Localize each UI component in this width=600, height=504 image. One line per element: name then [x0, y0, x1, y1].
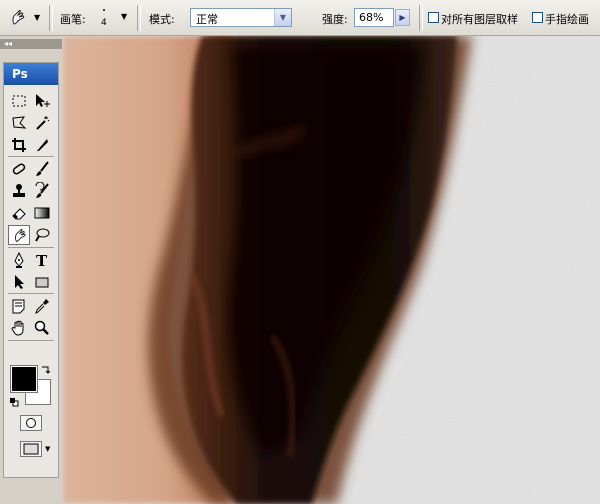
- chevron-down-icon[interactable]: ▼: [45, 445, 50, 453]
- toolbox-divider: [8, 247, 54, 248]
- screen-mode-button[interactable]: [20, 441, 42, 457]
- shape-tool-button[interactable]: [31, 272, 53, 292]
- svg-text:T: T: [36, 252, 48, 269]
- magic-wand-tool-button[interactable]: [31, 113, 53, 133]
- notes-tool-icon: [12, 299, 25, 314]
- dodge-tool-button[interactable]: [31, 225, 53, 245]
- strength-input[interactable]: 68%: [354, 8, 394, 27]
- magic-wand-tool-icon: [36, 116, 50, 130]
- smudge-tool-icon: [12, 10, 25, 25]
- slice-tool-button[interactable]: [31, 135, 53, 155]
- brush-tool-button[interactable]: [31, 159, 53, 179]
- marquee-tool-icon: [12, 95, 26, 107]
- lasso-tool-button[interactable]: [8, 113, 30, 133]
- zoom-tool-button[interactable]: [31, 318, 53, 338]
- chevron-down-icon[interactable]: ▼: [121, 12, 127, 21]
- history-brush-tool-button[interactable]: [31, 181, 53, 201]
- eraser-tool-icon: [12, 208, 26, 220]
- type-tool-icon: T: [36, 252, 48, 269]
- toolbox-divider: [8, 293, 54, 294]
- quick-mask-button[interactable]: [20, 415, 42, 431]
- options-bar: ▼ 画笔: 4 ▼ 模式: 正常 ▼ 强度: 68% ▶ 对所有图层取样 手指绘…: [0, 0, 600, 36]
- shape-tool-icon: [35, 277, 49, 288]
- hand-tool-button[interactable]: [8, 318, 30, 338]
- mode-label: 模式:: [149, 13, 175, 26]
- toolbox-divider: [8, 340, 54, 341]
- divider: [419, 5, 423, 31]
- crop-tool-button[interactable]: [8, 135, 30, 155]
- eraser-tool-button[interactable]: [8, 203, 30, 223]
- healing-brush-tool-icon: [12, 163, 26, 175]
- clone-stamp-tool-button[interactable]: [8, 181, 30, 201]
- move-tool-icon: [36, 94, 50, 107]
- path-selection-tool-icon: [15, 275, 24, 289]
- panel-collapse-bar[interactable]: ◂◂: [0, 39, 62, 49]
- quick-mask-icon: [26, 418, 36, 428]
- left-panel: ◂◂ Ps T ▼: [0, 36, 62, 504]
- brush-size-value: 4: [101, 18, 107, 28]
- toolbox-divider: [8, 156, 54, 157]
- marquee-tool-button[interactable]: [8, 91, 30, 111]
- hand-tool-icon: [11, 320, 24, 336]
- smudge-tool-button[interactable]: [8, 225, 30, 245]
- divider: [49, 5, 53, 31]
- brush-preset-picker[interactable]: 4: [94, 6, 116, 30]
- notes-tool-button[interactable]: [8, 296, 30, 316]
- type-tool-button[interactable]: T: [31, 250, 53, 270]
- screen-mode-icon: [23, 443, 39, 455]
- crop-tool-icon: [12, 138, 26, 152]
- gradient-tool-icon: [34, 207, 50, 219]
- eyedropper-tool-button[interactable]: [31, 296, 53, 316]
- pen-tool-button[interactable]: [8, 250, 30, 270]
- finger-painting-checkbox[interactable]: [532, 12, 543, 23]
- sample-all-layers-checkbox[interactable]: [428, 12, 439, 23]
- dodge-tool-icon: [35, 228, 50, 242]
- toolbox: Ps T ▼: [3, 62, 59, 478]
- chevron-down-icon[interactable]: ▼: [274, 9, 291, 26]
- eyedropper-tool-icon: [35, 299, 49, 314]
- chevron-right-icon: ▶: [399, 13, 406, 22]
- swap-colors-icon[interactable]: [40, 365, 50, 375]
- chevron-down-icon: ▼: [34, 13, 41, 22]
- lasso-tool-icon: [12, 116, 27, 129]
- double-chevron-left-icon: ◂◂: [4, 39, 13, 48]
- tool-preset-picker[interactable]: ▼: [6, 7, 44, 29]
- slice-tool-icon: [37, 139, 48, 151]
- mode-select[interactable]: 正常 ▼: [190, 8, 292, 27]
- document-canvas[interactable]: [62, 36, 600, 504]
- gradient-tool-button[interactable]: [31, 203, 53, 223]
- zoom-tool-icon: [34, 320, 49, 335]
- default-colors-icon[interactable]: [9, 397, 19, 407]
- ps-logo[interactable]: Ps: [4, 63, 58, 85]
- strength-slider-button[interactable]: ▶: [395, 9, 410, 26]
- strength-value: 68%: [359, 11, 384, 24]
- healing-brush-tool-button[interactable]: [8, 159, 30, 179]
- mode-value: 正常: [196, 13, 218, 26]
- strength-label: 强度:: [322, 13, 348, 26]
- foreground-color-swatch[interactable]: [10, 365, 38, 393]
- pen-tool-icon: [14, 251, 24, 268]
- brush-tool-icon: [36, 161, 49, 176]
- brush-label: 画笔:: [60, 13, 86, 26]
- brush-tip-icon: [103, 9, 105, 11]
- divider: [137, 5, 141, 31]
- history-brush-tool-icon: [35, 182, 49, 198]
- sample-all-layers-label: 对所有图层取样: [441, 13, 518, 26]
- clone-stamp-tool-icon: [13, 184, 25, 197]
- move-tool-button[interactable]: [31, 91, 53, 111]
- canvas-image: [62, 36, 600, 504]
- smudge-tool-icon: [15, 228, 26, 242]
- path-selection-tool-button[interactable]: [8, 272, 30, 292]
- finger-painting-label: 手指绘画: [545, 13, 589, 26]
